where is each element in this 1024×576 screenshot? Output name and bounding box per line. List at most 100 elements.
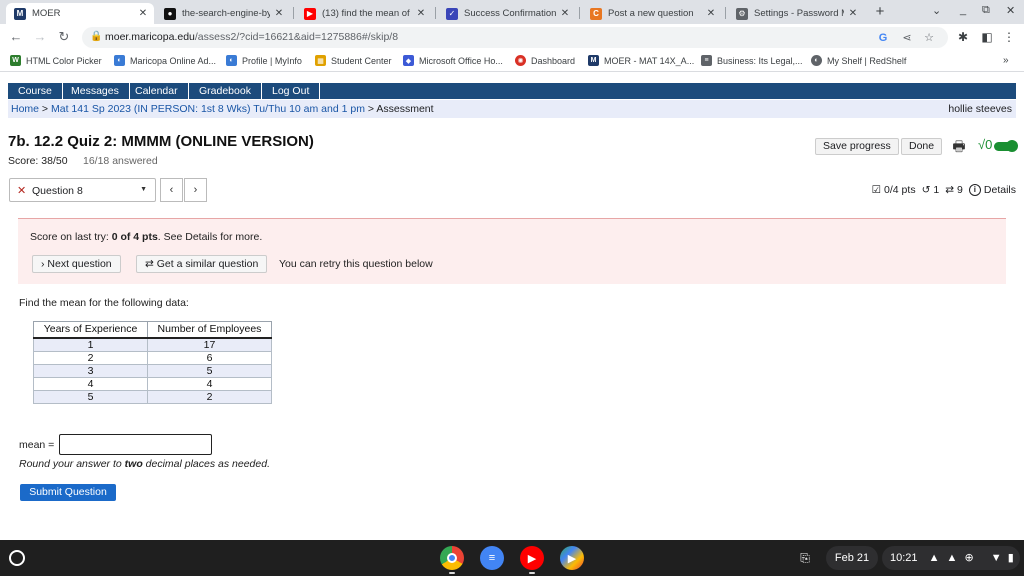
close-icon[interactable]: ✕ [560, 8, 570, 19]
attempts-icon: ⇄ [945, 184, 955, 196]
bookmark-html-color-picker[interactable]: W HTML Color Picker [10, 55, 102, 66]
next-question-arrow-button[interactable]: › [184, 178, 207, 202]
close-icon[interactable]: ✕ [416, 8, 426, 19]
side-panel-icon[interactable]: ◧ [979, 29, 995, 45]
mean-answer-input[interactable] [59, 434, 212, 455]
info-icon[interactable]: i [968, 184, 981, 196]
retry-note: You can retry this question below [279, 258, 433, 270]
browser-tab-chegg[interactable]: C Post a new question ✕ [582, 3, 722, 24]
bookmarks-bar: W HTML Color Picker ◐ Maricopa Online Ad..… [0, 51, 1024, 72]
minimize-icon[interactable]: _ [960, 4, 966, 16]
office-icon: ◆ [403, 55, 414, 66]
table-cell: 5 [33, 389, 148, 404]
tab-title: Post a new question [608, 8, 694, 19]
address-bar[interactable]: 🔒 moer.maricopa.edu/assess2/?cid=16621&a… [82, 27, 948, 48]
math-entry-toggle[interactable] [994, 140, 1018, 152]
back-icon[interactable]: ← [8, 29, 24, 45]
docs-icon[interactable]: ≡ [480, 546, 504, 570]
close-icon[interactable]: ✕ [706, 8, 716, 19]
bookmark-star-icon[interactable]: ☆ [922, 31, 936, 45]
close-icon[interactable]: ✕ [274, 8, 284, 19]
more-bookmarks-icon[interactable]: » [1003, 55, 1009, 66]
browser-tab-moer[interactable]: M MOER ✕ [6, 3, 154, 24]
next-question-button[interactable]: › Next question [32, 255, 121, 273]
browser-tab-success[interactable]: ✓ Success Confirmation of ✕ [438, 3, 576, 24]
breadcrumb: Home > Mat 141 Sp 2023 (IN PERSON: 1st 8… [8, 100, 1016, 118]
google-lens-icon[interactable]: G [876, 31, 890, 45]
w-icon: W [10, 55, 21, 66]
reload-icon[interactable]: ↻ [56, 29, 72, 45]
close-window-icon[interactable]: ✕ [1006, 4, 1015, 17]
restore-icon[interactable]: ⧉ [982, 4, 990, 17]
nav-messages[interactable]: Messages [61, 83, 130, 99]
nav-log-out[interactable]: Log Out [262, 83, 321, 99]
bookmark-moer-mat[interactable]: M MOER - MAT 14X_A... [588, 55, 694, 66]
question-select[interactable]: ✕ Question 8 ▼ [9, 178, 156, 202]
similar-question-button[interactable]: ⇄ Get a similar question [136, 255, 268, 273]
bookmark-profile-myinfo[interactable]: ◐ Profile | MyInfo [226, 55, 302, 66]
bookmark-my-shelf[interactable]: ◐ My Shelf | RedShelf [811, 55, 906, 66]
gear-icon: ⚙ [736, 7, 748, 20]
nav-calendar[interactable]: Calendar [125, 83, 189, 99]
details-link[interactable]: Details [984, 184, 1016, 196]
rounding-instruction: Round your answer to two decimal places … [19, 458, 270, 470]
chrome-icon[interactable] [440, 546, 464, 570]
launcher-icon[interactable] [9, 550, 25, 566]
checkbox-icon: ☑ [871, 184, 882, 196]
extensions-icon[interactable]: ✱ [955, 29, 971, 45]
bookmark-maricopa-online[interactable]: ◐ Maricopa Online Ad... [114, 55, 216, 66]
bookmark-dashboard[interactable]: ✺ Dashboard [515, 55, 575, 66]
breadcrumb-course[interactable]: Mat 141 Sp 2023 (IN PERSON: 1st 8 Wks) T… [51, 103, 365, 115]
browser-tab-search-engine[interactable]: ● the-search-engine-by-she ✕ [156, 3, 290, 24]
clipboard-icon[interactable]: ⎘ [797, 550, 813, 566]
forward-icon[interactable]: → [32, 29, 48, 45]
youtube-icon[interactable]: ▶ [520, 546, 544, 570]
tab-search-icon[interactable]: ⌄ [932, 4, 941, 17]
page-title: 7b. 12.2 Quiz 2: MMMM (ONLINE VERSION) [8, 133, 314, 150]
grid-icon: ▦ [315, 55, 326, 66]
browser-tab-strip: M MOER ✕ ● the-search-engine-by-she ✕ ▶ … [0, 0, 1024, 24]
share-icon[interactable]: ⋖ [900, 31, 914, 45]
date-pill[interactable]: Feb 21 [826, 546, 878, 570]
table-row: 1 17 [33, 337, 272, 352]
table-header: Years of Experience [33, 321, 148, 339]
answered-count: 16/18 answered [83, 155, 158, 167]
table-cell: 6 [147, 350, 272, 365]
lock-icon: 🔒 [90, 31, 103, 42]
data-table: Years of Experience Number of Employees … [33, 321, 272, 404]
browser-tab-youtube[interactable]: ▶ (13) find the mean of the ✕ [296, 3, 432, 24]
incorrect-x-icon: ✕ [17, 185, 27, 197]
table-cell: 3 [33, 363, 148, 378]
submit-question-button[interactable]: Submit Question [20, 484, 116, 501]
table-row: 3 5 [33, 363, 272, 378]
save-progress-button[interactable]: Save progress [815, 138, 899, 155]
math-entry-icon[interactable]: √0 [978, 137, 992, 152]
done-button[interactable]: Done [901, 138, 943, 155]
table-row: 5 2 [33, 389, 272, 404]
menu-icon[interactable]: ⋮ [1001, 29, 1017, 45]
bookmark-student-center[interactable]: ▦ Student Center [315, 55, 392, 66]
close-icon[interactable]: ✕ [138, 8, 148, 19]
new-tab-icon[interactable]: + [872, 4, 888, 20]
url-text: moer.maricopa.edu/assess2/?cid=16621&aid… [105, 31, 399, 43]
status-tray[interactable]: 10:21 ▲ ▲ ⊕ ▼ ▮ [882, 546, 1020, 570]
nav-gradebook[interactable]: Gradebook [189, 83, 262, 99]
search-engine-icon: ● [164, 7, 176, 20]
question-info: ☑ 0/4 pts ↺ 1 ⇄ 9 i Details [869, 184, 1016, 196]
play-store-icon[interactable]: ▶ [560, 546, 584, 570]
prev-question-button[interactable]: ‹ [160, 178, 183, 202]
breadcrumb-home[interactable]: Home [11, 103, 39, 115]
tab-title: (13) find the mean of the [322, 8, 412, 19]
print-icon[interactable]: 🖶 [951, 138, 967, 154]
add-icon: ⊕ [964, 552, 974, 564]
bookmark-business-legal[interactable]: ≡ Business: Its Legal,... [701, 55, 803, 66]
close-icon[interactable]: ✕ [848, 8, 858, 19]
mean-label: mean = [19, 439, 55, 451]
bookmark-microsoft-office[interactable]: ◆ Microsoft Office Ho... [403, 55, 503, 66]
youtube-icon: ▶ [304, 7, 316, 20]
globe-icon: ◐ [811, 55, 822, 66]
nav-course[interactable]: Course [8, 83, 63, 99]
browser-tab-settings[interactable]: ⚙ Settings - Password Ma ✕ [728, 3, 864, 24]
success-icon: ✓ [446, 7, 458, 20]
wifi-icon: ▼ [990, 552, 1002, 564]
